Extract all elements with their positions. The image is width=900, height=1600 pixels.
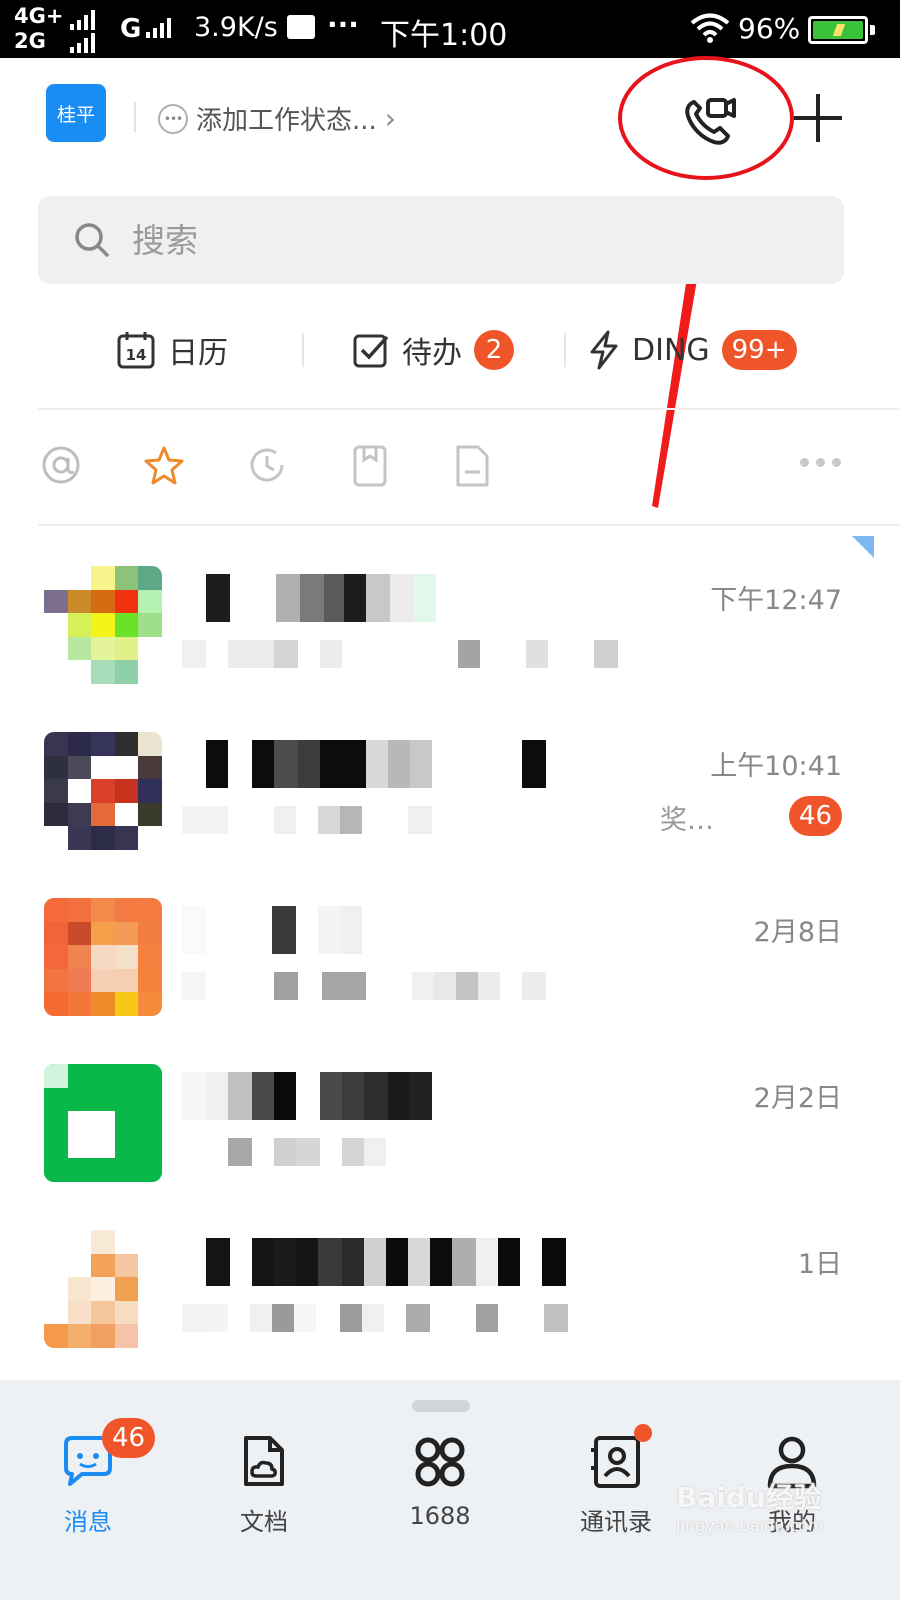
work-status-button[interactable]: ••• 添加工作状态... › (158, 100, 396, 137)
avatar (44, 1230, 162, 1348)
avatar (44, 1064, 162, 1182)
message-preview (182, 972, 642, 1000)
more-icon[interactable] (800, 458, 841, 467)
notification-dot (634, 1424, 652, 1442)
nav-messages[interactable]: 46 消息 (18, 1418, 158, 1572)
nav-label: 消息 (64, 1508, 112, 1536)
todo-count-badge: 2 (474, 330, 514, 370)
timestamp: 上午10:41 (710, 751, 842, 782)
svg-text:14: 14 (126, 346, 147, 364)
nav-label: 文档 (240, 1508, 288, 1536)
message-snippet: 奖… (660, 805, 714, 836)
chat-bubble-icon: ••• (158, 103, 188, 134)
search-input[interactable] (132, 220, 732, 260)
work-status-label: 添加工作状态... (196, 106, 377, 136)
at-icon[interactable] (40, 444, 82, 486)
drag-handle[interactable] (412, 1400, 470, 1412)
timestamp: 2月8日 (753, 917, 842, 948)
ding-label: DING (632, 332, 710, 368)
message-preview (182, 806, 642, 834)
net-speed: 3.9K/s (194, 12, 278, 43)
nav-1688[interactable]: 1688 (370, 1432, 510, 1572)
unread-badge: 46 (788, 796, 842, 836)
ding-tab[interactable]: DING 99+ (588, 330, 797, 370)
timestamp: 2月2日 (753, 1083, 842, 1114)
nav-docs[interactable]: 文档 (194, 1432, 334, 1572)
bookmark-icon[interactable] (352, 444, 388, 488)
conversation-row[interactable]: 2月2日 (0, 1050, 900, 1210)
message-preview (182, 1304, 642, 1332)
messages-unread-badge: 46 (102, 1418, 156, 1458)
grid-app-icon (415, 1437, 465, 1487)
divider (38, 524, 900, 526)
status-bar: 4G+ 2G G 3.9K/s ··· 下午1:00 96% (0, 0, 900, 58)
todo-check-icon (353, 334, 389, 368)
avatar (44, 898, 162, 1016)
chevron-right-icon: › (384, 102, 396, 135)
conversation-row[interactable]: 1日 (0, 1216, 900, 1376)
signal-icon-2 (70, 33, 95, 53)
signal-icon (70, 10, 95, 30)
more-notifications: ··· (327, 8, 359, 41)
calendar-icon: 14 (117, 332, 155, 369)
carrier-label: G (120, 14, 142, 44)
nav-label: 通讯录 (580, 1508, 652, 1536)
document-icon[interactable] (454, 444, 490, 488)
timestamp: 下午12:47 (710, 585, 842, 616)
conversation-title (182, 1072, 662, 1120)
avatar (44, 566, 162, 684)
filter-bar (40, 444, 850, 494)
calendar-label: 日历 (168, 336, 228, 371)
add-button[interactable] (790, 88, 846, 148)
timestamp: 1日 (797, 1249, 842, 1280)
search-icon (75, 223, 109, 257)
clock: 下午1:00 (380, 18, 508, 53)
clock-icon[interactable] (246, 444, 288, 486)
battery-level: 96% (738, 12, 801, 45)
conversation-title (182, 906, 662, 954)
annotation-circle (618, 56, 794, 180)
notification-icon (287, 15, 315, 39)
lightning-icon (590, 330, 618, 370)
divider (38, 408, 900, 410)
signal-icon-3 (146, 18, 171, 38)
todo-label: 待办 (402, 336, 462, 371)
org-avatar[interactable]: 桂平 (46, 84, 106, 142)
message-preview (182, 640, 642, 668)
message-preview (182, 1138, 642, 1166)
header-divider (134, 102, 136, 132)
todo-tab[interactable]: 待办 2 (352, 328, 514, 372)
nav-label: 1688 (409, 1502, 471, 1530)
nav-contacts[interactable]: 通讯录 (546, 1424, 686, 1572)
ding-count-badge: 99+ (721, 330, 797, 370)
calendar-tab[interactable]: 14 日历 (116, 328, 228, 372)
star-icon[interactable] (142, 444, 186, 488)
baidu-watermark: Baidu经验 jingyan.baidu.com (676, 1481, 824, 1535)
contacts-icon (591, 1436, 640, 1488)
conversation-row[interactable]: 下午12:47 (0, 552, 900, 712)
conversation-row[interactable]: 奖… 上午10:41 46 (0, 718, 900, 878)
battery-icon (808, 16, 868, 44)
search-bar[interactable] (38, 196, 844, 284)
avatar (44, 732, 162, 850)
conversation-title (182, 574, 662, 622)
wifi-icon (690, 13, 730, 43)
quick-tabs: 14 日历 待办 2 DING 99+ (38, 318, 844, 382)
conversation-row[interactable]: 2月8日 (0, 884, 900, 1044)
conversation-title (182, 740, 662, 788)
document-cloud-icon (244, 1436, 284, 1486)
conversation-title (182, 1238, 662, 1286)
network-type: 4G+ 2G (14, 4, 64, 53)
